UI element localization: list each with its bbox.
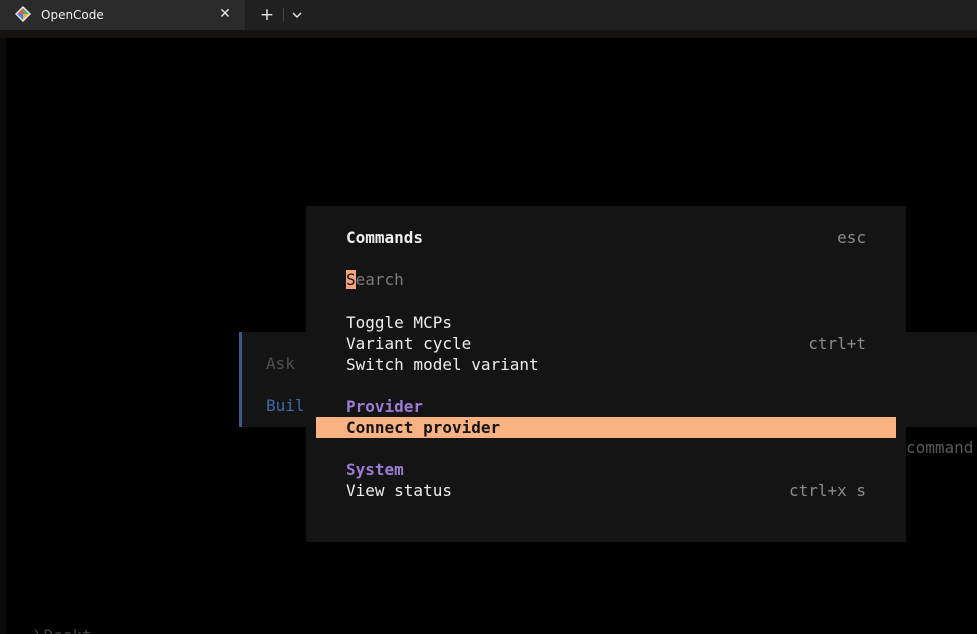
command-item-connect-provider[interactable]: Connect provider <box>316 417 896 438</box>
tab-separator <box>283 8 284 22</box>
text-cursor: S <box>346 270 356 289</box>
command-label: View status <box>346 481 452 500</box>
tab-bar: OpenCode ✕ + <box>0 0 977 30</box>
command-item-view-status[interactable]: View status ctrl+x s <box>346 480 866 501</box>
command-item-toggle-mcps[interactable]: Toggle MCPs <box>346 312 866 333</box>
command-shortcut: ctrl+t <box>808 334 866 353</box>
search-placeholder: earch <box>355 270 404 289</box>
new-tab-button[interactable]: + <box>256 5 278 25</box>
group-heading-system: System <box>346 460 404 479</box>
agent-label: Buil <box>266 396 305 415</box>
command-item-variant-cycle[interactable]: Variant cycle ctrl+t <box>346 333 866 354</box>
command-label: Switch model variant <box>346 355 539 374</box>
tab-opencode[interactable]: OpenCode ✕ <box>0 0 246 30</box>
background-hint-text: command <box>906 438 974 457</box>
prompt-placeholder: Ask <box>266 354 295 373</box>
background-path-text: \Deskt <box>34 626 92 634</box>
tab-title: OpenCode <box>41 8 104 22</box>
command-palette: Commands esc Search Toggle MCPs Variant … <box>306 206 906 542</box>
close-tab-icon[interactable]: ✕ <box>216 5 234 23</box>
command-label: Connect provider <box>346 418 501 437</box>
group-heading-provider: Provider <box>346 397 424 416</box>
close-hint[interactable]: esc <box>837 228 866 248</box>
command-label: Variant cycle <box>346 334 472 353</box>
chevron-down-icon[interactable] <box>287 5 307 25</box>
command-shortcut: ctrl+x s <box>788 481 866 500</box>
search-input[interactable]: Search <box>346 270 404 290</box>
palette-title: Commands <box>346 228 424 247</box>
terminal-top-edge <box>0 30 977 38</box>
command-item-switch-model-variant[interactable]: Switch model variant <box>346 354 866 375</box>
opencode-logo-icon <box>15 6 31 22</box>
command-label: Toggle MCPs <box>346 313 452 332</box>
